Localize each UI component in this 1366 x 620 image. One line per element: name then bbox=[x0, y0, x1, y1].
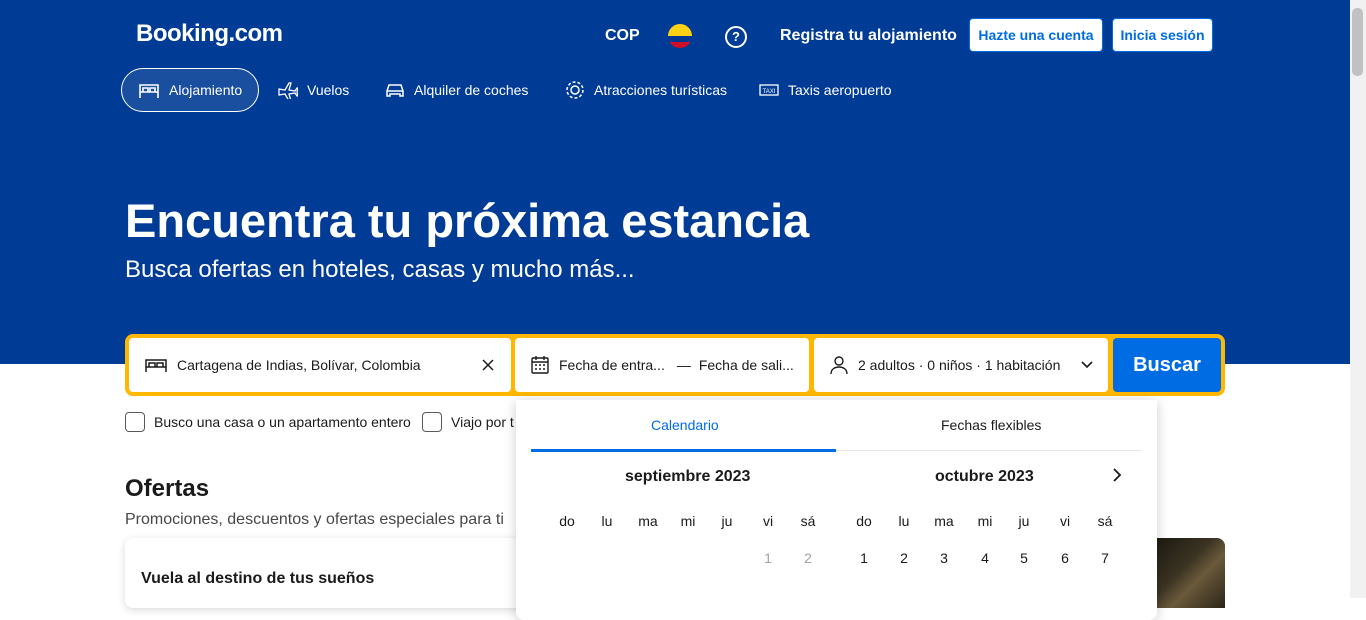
work-trip-label: Viajo por t bbox=[451, 414, 514, 430]
page-scrollbar[interactable] bbox=[1350, 0, 1366, 598]
guests-field[interactable]: 2 adultos · 0 niños · 1 habitación bbox=[814, 338, 1108, 392]
nav-label: Alojamiento bbox=[169, 82, 243, 98]
nav-label: Atracciones turísticas bbox=[594, 82, 728, 98]
svg-text:TAXI: TAXI bbox=[763, 89, 776, 95]
work-trip-checkbox-row[interactable]: Viajo por t bbox=[422, 412, 514, 432]
currency-button[interactable]: COP bbox=[605, 27, 640, 45]
work-trip-checkbox[interactable] bbox=[422, 412, 442, 432]
weekday-label: ju bbox=[1018, 513, 1030, 529]
entire-home-label: Busco una casa o un apartamento entero bbox=[154, 414, 411, 430]
person-icon bbox=[830, 356, 848, 375]
login-button[interactable]: Inicia sesión bbox=[1112, 18, 1213, 52]
guests-value: 2 adultos · 0 niños · 1 habitación bbox=[858, 357, 1061, 373]
hero-subtitle: Busca ofertas en hoteles, casas y mucho … bbox=[125, 256, 635, 283]
help-icon[interactable]: ? bbox=[725, 26, 747, 48]
entire-home-checkbox-row[interactable]: Busco una casa o un apartamento entero bbox=[125, 412, 411, 432]
nav-label: Alquiler de coches bbox=[414, 82, 529, 98]
calendar-day[interactable]: 2 bbox=[884, 550, 924, 566]
weekday-label: ma bbox=[934, 513, 954, 529]
dates-field[interactable]: Fecha de entra... — Fecha de sali... bbox=[515, 338, 809, 392]
checkout-value[interactable]: Fecha de sali... bbox=[699, 357, 794, 373]
car-icon bbox=[386, 84, 404, 97]
nav-label: Vuelos bbox=[307, 82, 350, 98]
nav-atracciones[interactable]: Atracciones turísticas bbox=[565, 68, 727, 112]
chevron-right-icon[interactable] bbox=[1110, 466, 1124, 484]
destination-field[interactable]: Cartagena de Indias, Bolívar, Colombia bbox=[129, 338, 511, 392]
calendar-day[interactable]: 4 bbox=[965, 550, 1005, 566]
weekday-label: lu bbox=[601, 513, 613, 529]
nav-alojamiento[interactable]: Alojamiento bbox=[121, 68, 260, 112]
search-button[interactable]: Buscar bbox=[1113, 338, 1221, 392]
entire-home-checkbox[interactable] bbox=[125, 412, 145, 432]
nav-taxis[interactable]: TAXI Taxis aeropuerto bbox=[759, 68, 892, 112]
weekday-label: ju bbox=[721, 513, 733, 529]
weekday-label: do bbox=[856, 513, 872, 529]
signup-button[interactable]: Hazte una cuenta bbox=[969, 18, 1103, 52]
chevron-down-icon bbox=[1081, 361, 1093, 369]
calendar-day[interactable]: 1 bbox=[844, 550, 884, 566]
booking-logo[interactable]: Booking.com bbox=[136, 20, 283, 48]
clear-icon[interactable] bbox=[481, 358, 495, 372]
offer-card-title: Vuela al destino de tus sueños bbox=[141, 570, 375, 587]
weekday-label: sá bbox=[1097, 513, 1113, 529]
tab-active-indicator bbox=[531, 449, 836, 452]
taxi-icon: TAXI bbox=[759, 84, 779, 96]
nav-label: Taxis aeropuerto bbox=[788, 82, 892, 98]
month-title-2: octubre 2023 bbox=[935, 468, 1034, 485]
calendar-dropdown: Calendario Fechas flexibles septiembre 2… bbox=[516, 400, 1157, 620]
weekday-label: lu bbox=[898, 513, 910, 529]
hero-title: Encuentra tu próxima estancia bbox=[125, 194, 810, 247]
calendar-day[interactable]: 6 bbox=[1045, 550, 1085, 566]
calendar-day[interactable]: 7 bbox=[1085, 550, 1125, 566]
destination-value: Cartagena de Indias, Bolívar, Colombia bbox=[177, 357, 421, 373]
register-property-link[interactable]: Registra tu alojamiento bbox=[780, 27, 957, 45]
tab-calendar[interactable]: Calendario bbox=[651, 417, 719, 433]
weekday-label: sá bbox=[800, 513, 816, 529]
weekday-label: mi bbox=[977, 513, 993, 529]
weekday-label: ma bbox=[638, 513, 658, 529]
offers-title: Ofertas bbox=[125, 475, 210, 502]
search-bar: Cartagena de Indias, Bolívar, Colombia F… bbox=[125, 334, 1225, 396]
month-title-1: septiembre 2023 bbox=[625, 468, 751, 485]
weekday-label: vi bbox=[1059, 513, 1071, 529]
hero-section: Booking.com COP ? Registra tu alojamient… bbox=[0, 0, 1350, 364]
nav-vuelos[interactable]: Vuelos bbox=[278, 68, 349, 112]
weekday-label: do bbox=[559, 513, 575, 529]
bed-icon bbox=[139, 84, 159, 98]
tab-flexible-dates[interactable]: Fechas flexibles bbox=[941, 417, 1041, 433]
calendar-day[interactable]: 3 bbox=[924, 550, 964, 566]
attractions-icon bbox=[566, 81, 584, 99]
weekday-label: vi bbox=[762, 513, 774, 529]
date-separator: — bbox=[676, 357, 691, 373]
checkin-value[interactable]: Fecha de entra... bbox=[559, 357, 665, 373]
colombia-flag-icon[interactable] bbox=[668, 24, 692, 48]
bed-icon bbox=[145, 359, 167, 372]
calendar-day: 2 bbox=[804, 550, 812, 566]
calendar-icon bbox=[531, 356, 549, 374]
plane-icon bbox=[278, 82, 298, 99]
calendar-day: 1 bbox=[764, 550, 772, 566]
offers-subtitle: Promociones, descuentos y ofertas especi… bbox=[125, 511, 504, 528]
nav-coches[interactable]: Alquiler de coches bbox=[385, 68, 528, 112]
calendar-day[interactable]: 5 bbox=[1004, 550, 1044, 566]
weekday-label: mi bbox=[680, 513, 696, 529]
scrollbar-thumb[interactable] bbox=[1352, 8, 1363, 76]
